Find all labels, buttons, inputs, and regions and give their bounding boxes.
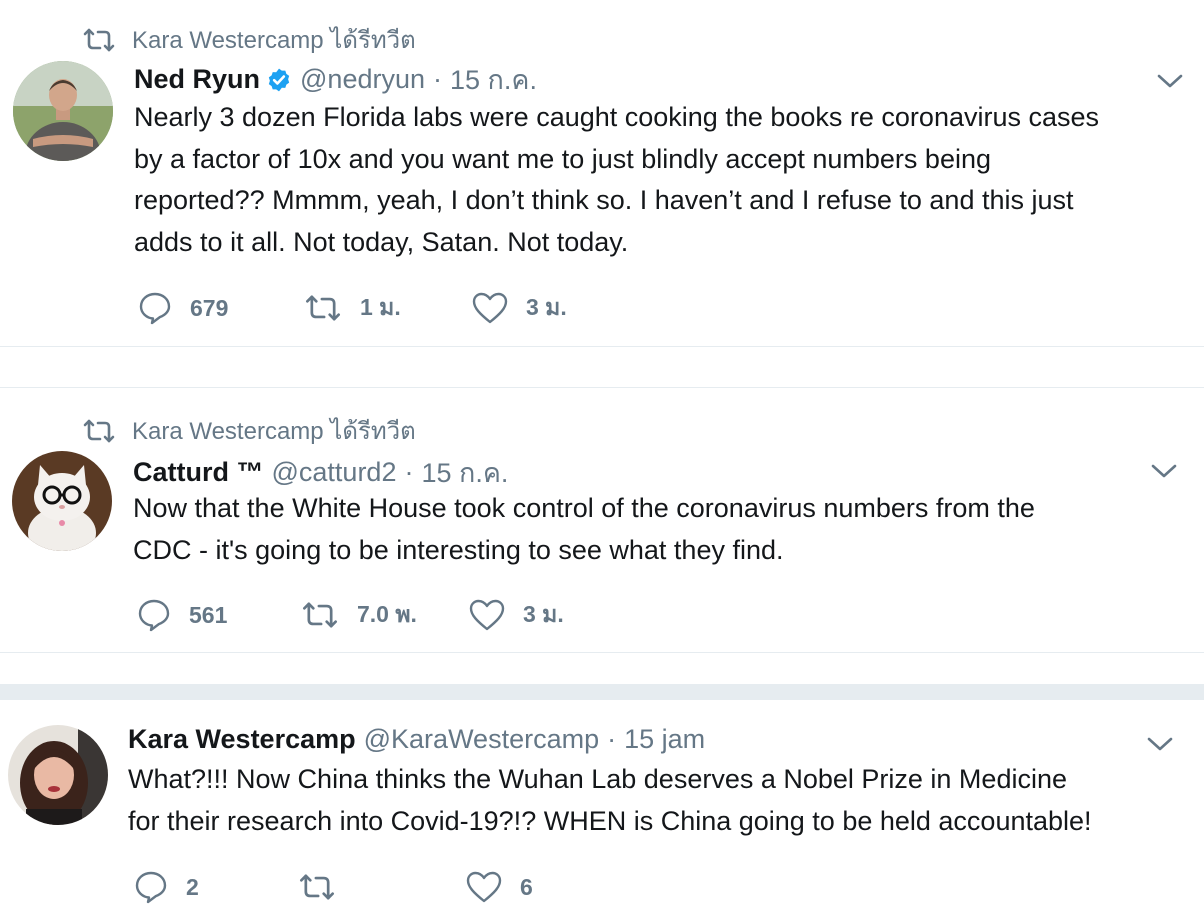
- tweet-text-line: Nearly 3 dozen Florida labs were caught …: [134, 102, 1100, 132]
- tweet-header: Ned Ryun @nedryun · 15 ก.ค.: [134, 58, 537, 101]
- like-icon: [466, 871, 502, 903]
- retweet-button[interactable]: [298, 873, 466, 901]
- tweet-text-line: What?!!! Now China thinks the Wuhan Lab …: [128, 764, 1067, 794]
- tweet-text: Nearly 3 dozen Florida labs were caught …: [134, 97, 1194, 263]
- chevron-down-icon[interactable]: [1146, 735, 1174, 753]
- retweet-button[interactable]: 7.0 พ.: [301, 597, 469, 633]
- retweet-icon: [83, 28, 115, 51]
- tweet-ned-ryun[interactable]: Kara Westercamp ได้รีทวีต Ned Ryun @nedr…: [0, 0, 1204, 346]
- reply-icon: [135, 871, 167, 904]
- like-icon: [472, 292, 508, 324]
- tweet-divider: [0, 652, 1204, 653]
- like-button[interactable]: 6: [466, 871, 533, 903]
- tweet-text-line: CDC - it's going to be interesting to se…: [133, 534, 784, 565]
- tweet-text-line: adds to it all. Not today, Satan. Not to…: [134, 226, 629, 257]
- tweet-actions: 679 1 ม. 3 ม.: [138, 290, 567, 326]
- author-handle[interactable]: @nedryun: [300, 64, 425, 95]
- avatar[interactable]: [8, 725, 108, 825]
- avatar[interactable]: [12, 451, 112, 551]
- retweet-context: Kara Westercamp ได้รีทวีต: [82, 20, 416, 59]
- reply-count: 679: [190, 294, 229, 321]
- like-button[interactable]: 3 ม.: [469, 597, 564, 633]
- reply-count: 2: [186, 873, 199, 900]
- author-handle[interactable]: @catturd2: [272, 457, 397, 488]
- separator-dot: ·: [607, 724, 617, 754]
- tweet-text: Now that the White House took control of…: [133, 488, 1193, 571]
- retweet-count: 1 ม.: [360, 294, 401, 320]
- tweet-header: Kara Westercamp @KaraWestercamp · 15 jam: [128, 724, 705, 755]
- timestamp[interactable]: 15 jam: [624, 724, 705, 755]
- retweet-button[interactable]: 1 ม.: [304, 290, 472, 326]
- like-button[interactable]: 3 ม.: [472, 290, 567, 326]
- author-name[interactable]: Catturd ™: [133, 457, 264, 488]
- like-count: 6: [520, 873, 533, 900]
- retweet-context: Kara Westercamp ได้รีทวีต: [82, 411, 416, 450]
- retweet-icon: [83, 419, 115, 442]
- retweet-count: 7.0 พ.: [357, 601, 417, 627]
- like-count: 3 ม.: [526, 294, 567, 320]
- separator-dot: ·: [404, 457, 414, 487]
- verified-badge-icon: [268, 68, 290, 91]
- reply-button[interactable]: 679: [138, 291, 304, 325]
- tweet-text-line: Now that the White House took control of…: [133, 493, 1035, 523]
- author-name[interactable]: Ned Ryun: [134, 64, 260, 95]
- tweet-actions: 2 6: [134, 870, 533, 904]
- author-name[interactable]: Kara Westercamp: [128, 724, 356, 755]
- chevron-down-icon[interactable]: [1150, 462, 1178, 480]
- author-handle[interactable]: @KaraWestercamp: [364, 724, 600, 755]
- tweet-text-line: reported?? Mmmm, yeah, I don’t think so.…: [134, 185, 1074, 215]
- retweet-icon: [306, 295, 340, 321]
- avatar[interactable]: [13, 61, 113, 161]
- tweet-catturd[interactable]: Kara Westercamp ได้รีทวีต Catturd ™ @cat…: [0, 388, 1204, 652]
- like-count: 3 ม.: [523, 601, 564, 627]
- like-icon: [469, 599, 505, 631]
- reply-icon: [138, 599, 170, 632]
- retweet-icon: [303, 602, 337, 628]
- chevron-down-icon[interactable]: [1156, 72, 1184, 90]
- thread-gap: [0, 684, 1204, 700]
- reply-button[interactable]: 2: [134, 870, 298, 904]
- retweet-icon: [300, 874, 334, 900]
- reply-count: 561: [189, 601, 228, 628]
- retweeted-by-label: Kara Westercamp ได้รีทวีต: [132, 418, 416, 445]
- retweeted-by-label: Kara Westercamp ได้รีทวีต: [132, 27, 416, 54]
- reply-icon: [139, 292, 171, 325]
- tweet-kara-westercamp[interactable]: Kara Westercamp @KaraWestercamp · 15 jam…: [0, 700, 1204, 920]
- tweet-text-line: by a factor of 10x and you want me to ju…: [134, 143, 991, 174]
- tweet-text: What?!!! Now China thinks the Wuhan Lab …: [128, 759, 1198, 842]
- reply-button[interactable]: 561: [137, 598, 301, 632]
- tweet-text-line: for their research into Covid-19?!? WHEN…: [128, 805, 1092, 836]
- separator-dot: ·: [433, 64, 442, 94]
- tweet-actions: 561 7.0 พ. 3 ม.: [137, 597, 564, 633]
- tweet-divider: [0, 346, 1204, 347]
- timestamp[interactable]: 15 ก.ค.: [450, 58, 537, 101]
